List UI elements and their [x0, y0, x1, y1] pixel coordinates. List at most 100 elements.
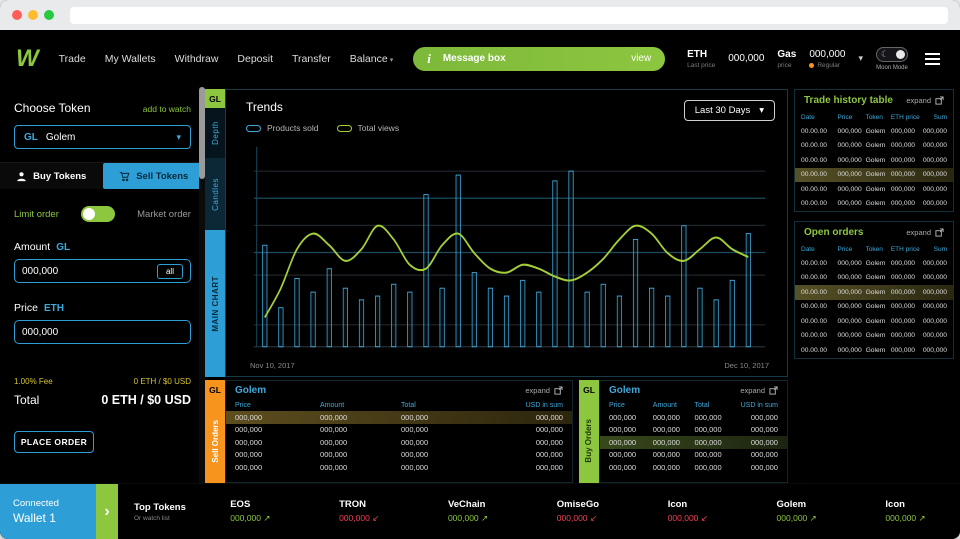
trade-history-expand-button[interactable]: expand [906, 96, 944, 105]
table-row[interactable]: 000,000 000,000 000,000 000,000 [226, 461, 572, 474]
tab-depth[interactable]: Depth [205, 108, 225, 158]
toggle-knob [83, 208, 95, 220]
table-row[interactable]: 00.00.00 000,000 Golem 000,000 000,000 [795, 271, 953, 286]
connected-wallet-button[interactable]: Connected Wallet 1 [0, 484, 96, 539]
tab-main-chart[interactable]: MAIN CHART [205, 230, 225, 377]
message-box-label: Message box [442, 53, 506, 64]
table-row[interactable]: 000,000 000,000 000,000 000,000 [600, 461, 787, 474]
tab-candles[interactable]: Candles [205, 158, 225, 230]
table-cell: 00.00.00 [801, 317, 828, 325]
table-row[interactable]: 000,000 000,000 000,000 000,000 [600, 411, 787, 424]
column-header: ETH price [890, 114, 920, 121]
order-type-tabs: Buy Tokens Sell Tokens [0, 163, 205, 189]
sell-orders-strip-label: Sell Orders [210, 419, 220, 463]
table-cell: 00.00.00 [801, 332, 828, 340]
table-row[interactable]: 000,000 000,000 000,000 000,000 [600, 424, 787, 437]
ticker-token[interactable]: TRON 000,000 ↙ [339, 499, 379, 524]
nav-item-my-wallets[interactable]: My Wallets [105, 53, 156, 65]
gas-value-block: 000,000 Regular [809, 49, 845, 69]
table-row[interactable]: 00.00.00 000,000 Golem 000,000 000,000 [795, 197, 953, 212]
nav-item-trade[interactable]: Trade [59, 53, 86, 65]
table-row[interactable]: 00.00.00 000,000 Golem 000,000 000,000 [795, 153, 953, 168]
table-row[interactable]: 00.00.00 000,000 Golem 000,000 000,000 [795, 256, 953, 271]
date-range-dropdown[interactable]: Last 30 Days ▾ [683, 100, 775, 121]
table-row[interactable]: 00.00.00 000,000 Golem 000,000 000,000 [795, 285, 953, 300]
table-row[interactable]: 00.00.00 000,000 Golem 000,000 000,000 [795, 167, 953, 182]
table-row[interactable]: 00.00.00 000,000 Golem 000,000 000,000 [795, 329, 953, 344]
sell-tokens-tab[interactable]: Sell Tokens [102, 163, 205, 189]
sidebar-scrollbar[interactable] [199, 87, 205, 483]
buy-tokens-label: Buy Tokens [33, 170, 87, 182]
buy-table-title: Golem [608, 384, 641, 396]
open-orders-expand-button[interactable]: expand [906, 228, 944, 237]
ticker-token[interactable]: Golem 000,000 ↗ [777, 499, 817, 524]
table-cell: 000,000 [922, 185, 947, 193]
legend-total-views[interactable]: Total views [336, 123, 399, 133]
buy-table-expand-button[interactable]: expand [740, 386, 778, 395]
table-cell: Golem [865, 171, 886, 179]
top-tokens-block: Top Tokens Or watch list [134, 484, 186, 539]
place-order-button[interactable]: PLACE ORDER [14, 431, 94, 453]
token-select[interactable]: GL Golem ▾ [14, 125, 191, 149]
order-mode-toggle[interactable] [81, 206, 115, 222]
nav-item-deposit[interactable]: Deposit [237, 53, 273, 65]
buy-token-badge: GL [578, 380, 599, 399]
amount-all-button[interactable]: all [156, 263, 183, 279]
app-window: W Trade My Wallets Withdraw Deposit Tran… [0, 0, 960, 539]
table-row[interactable]: 000,000 000,000 000,000 000,000 [600, 449, 787, 462]
url-bar[interactable] [70, 6, 948, 24]
nav-item-withdraw[interactable]: Withdraw [175, 53, 219, 65]
message-box[interactable]: i Message box view [413, 46, 666, 71]
amount-input[interactable] [22, 265, 157, 277]
table-row[interactable]: 00.00.00 000,000 Golem 000,000 000,000 [795, 139, 953, 154]
sell-table-expand-button[interactable]: expand [525, 386, 563, 395]
legend-products-sold[interactable]: Products sold [246, 123, 319, 133]
table-row[interactable]: 00.00.00 000,000 Golem 000,000 000,000 [795, 182, 953, 197]
table-row[interactable]: 000,000 000,000 000,000 000,000 [226, 411, 572, 424]
scrollbar-thumb[interactable] [199, 87, 205, 179]
window-zoom-button[interactable] [44, 10, 54, 20]
table-row[interactable]: 00.00.00 000,000 Golem 000,000 000,000 [795, 343, 953, 358]
table-row[interactable]: 00.00.00 000,000 Golem 000,000 000,000 [795, 314, 953, 329]
table-row[interactable]: 00.00.00 000,000 Golem 000,000 000,000 [795, 300, 953, 315]
hamburger-menu-icon[interactable] [921, 49, 944, 69]
ticker-token[interactable]: OmiseGo 000,000 ↙ [557, 499, 599, 524]
wallet-label: Wallet 1 [13, 511, 56, 525]
window-close-button[interactable] [12, 10, 22, 20]
ticker-token[interactable]: Icon 000,000 ↙ [668, 499, 708, 524]
expand-icon [769, 385, 778, 395]
table-cell: 000,000 [401, 437, 429, 447]
table-cell: Golem [865, 156, 886, 164]
message-box-view-button[interactable]: view [631, 53, 651, 64]
table-row[interactable]: 000,000 000,000 000,000 000,000 [226, 449, 572, 462]
right-panel: Trade history table expand Date Price Toke… [788, 87, 960, 483]
market-order-label[interactable]: Market order [137, 209, 191, 220]
nav-item-balance-label: Balance [349, 52, 388, 65]
window-minimize-button[interactable] [28, 10, 38, 20]
nav-item-transfer[interactable]: Transfer [292, 53, 331, 65]
table-cell: 00.00.00 [801, 346, 828, 354]
limit-order-label[interactable]: Limit order [14, 209, 59, 220]
ticker-token[interactable]: EOS 000,000 ↗ [230, 499, 270, 524]
moon-mode-toggle[interactable]: ☾ [876, 46, 908, 62]
table-row[interactable]: 000,000 000,000 000,000 000,000 [226, 436, 572, 449]
ticker-token[interactable]: Icon 000,000 ↗ [885, 499, 925, 524]
tab-main-chart-label: MAIN CHART [210, 275, 220, 332]
table-cell: 000,000 [535, 425, 563, 435]
expand-label: expand [525, 385, 550, 395]
open-orders-title: Open orders [804, 227, 864, 238]
add-to-watch-link[interactable]: add to watch [143, 104, 191, 114]
table-row[interactable]: 00.00.00 000,000 Golem 000,000 000,000 [795, 124, 953, 139]
wallet-expand-arrow-button[interactable]: › [96, 484, 118, 539]
gas-sublabel: price [777, 61, 792, 69]
table-row[interactable]: 000,000 000,000 000,000 000,000 [226, 424, 572, 437]
table-cell: 000,000 [401, 412, 429, 422]
buy-tokens-tab[interactable]: Buy Tokens [0, 163, 103, 189]
table-cell: 000,000 [750, 462, 778, 472]
ticker-token[interactable]: VeChain 000,000 ↗ [448, 499, 488, 524]
gas-dropdown-chevron-icon[interactable]: ▾ [858, 53, 863, 64]
sell-tokens-label: Sell Tokens [136, 170, 189, 182]
nav-item-balance[interactable]: Balance ▾ [350, 53, 393, 65]
price-input[interactable] [22, 326, 183, 338]
table-row[interactable]: 000,000 000,000 000,000 000,000 [599, 436, 787, 449]
